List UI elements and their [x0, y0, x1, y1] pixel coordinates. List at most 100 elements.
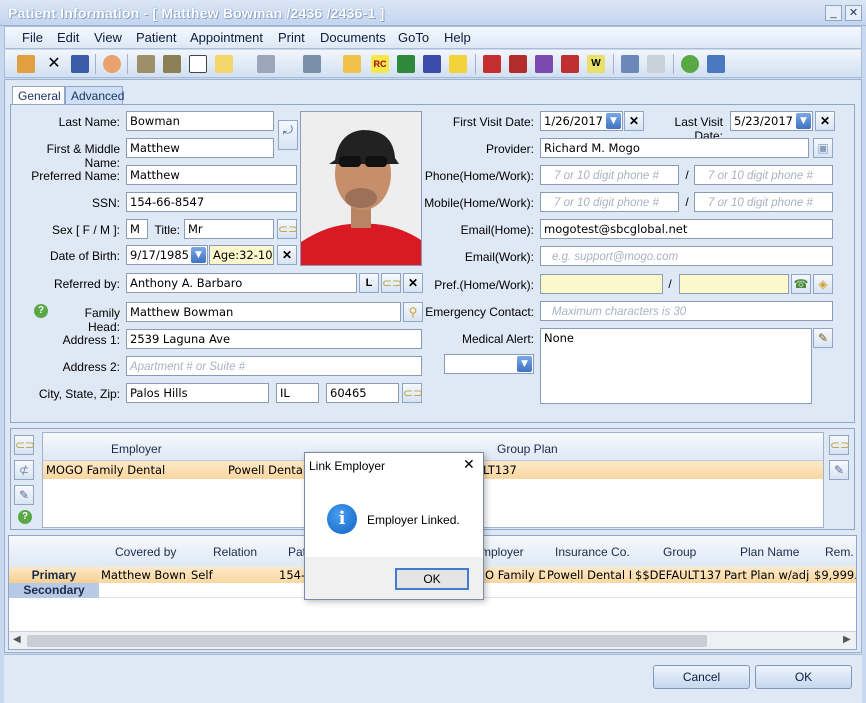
mobile-work-input[interactable]: 7 or 10 digit phone # — [694, 192, 833, 212]
family-head-input[interactable]: Matthew Bowman — [126, 302, 401, 322]
help-icon[interactable] — [681, 55, 699, 73]
first-visit-clear-icon[interactable]: ✕ — [624, 111, 644, 131]
book-icon[interactable] — [483, 55, 501, 73]
exit-icon[interactable] — [707, 55, 725, 73]
address2-input[interactable]: Apartment # or Suite # — [126, 356, 422, 376]
person-icon[interactable] — [103, 55, 121, 73]
save-icon[interactable] — [71, 55, 89, 73]
menu-file[interactable]: File — [22, 30, 43, 45]
tooth-icon[interactable] — [189, 55, 207, 73]
rc-icon[interactable]: RC — [371, 55, 389, 73]
employer-help-icon[interactable]: ? — [18, 510, 32, 524]
phone-work-input[interactable]: 7 or 10 digit phone # — [694, 165, 833, 185]
cancel-button[interactable]: Cancel — [653, 665, 750, 689]
swap-name-icon[interactable]: ⤾ — [278, 120, 298, 150]
plan-link-icon[interactable]: ⊂⊃ — [829, 435, 850, 455]
phone-home-input[interactable]: 7 or 10 digit phone # — [540, 165, 679, 185]
last-visit-clear-icon[interactable]: ✕ — [815, 111, 835, 131]
emergency-input[interactable]: Maximum characters is 30 — [540, 301, 833, 321]
dialog-ok-button[interactable]: OK — [395, 568, 469, 590]
menu-goto[interactable]: GoTo — [398, 30, 429, 45]
scroll-left-icon[interactable]: ◀ — [13, 634, 21, 645]
first-name-input[interactable]: Matthew — [126, 138, 274, 158]
sex-input[interactable]: M — [126, 219, 148, 239]
preferred-name-input[interactable]: Matthew — [126, 165, 297, 185]
mobile-home-placeholder: 7 or 10 digit phone # — [554, 197, 659, 209]
ssn-input[interactable]: 154-66-8547 — [126, 192, 297, 212]
first-visit-input[interactable]: 1/26/2017 ▼ — [540, 111, 623, 131]
dob-input[interactable]: 9/17/1985 ▼ — [126, 245, 208, 265]
word-icon[interactable]: W — [587, 55, 605, 73]
zip-link-icon[interactable]: ⊂⊃ — [402, 383, 423, 403]
tag-icon[interactable] — [343, 55, 361, 73]
close-button[interactable]: ✕ — [845, 5, 862, 21]
login-icon[interactable] — [449, 55, 467, 73]
medical-alert-input[interactable]: None — [540, 328, 812, 404]
city-input[interactable]: Palos Hills — [126, 383, 269, 403]
last-visit-input[interactable]: 5/23/2017 ▼ — [730, 111, 813, 131]
card-icon[interactable] — [647, 55, 665, 73]
pref-home-input[interactable] — [540, 274, 663, 294]
family-icon[interactable] — [423, 55, 441, 73]
menu-patient[interactable]: Patient — [136, 30, 176, 45]
grid-icon[interactable] — [303, 55, 321, 73]
plan-edit-icon[interactable]: ✎ — [829, 460, 849, 480]
zip-input[interactable]: 60465 — [326, 383, 399, 403]
last-visit-dropdown-icon[interactable]: ▼ — [796, 113, 811, 129]
menu-appointment[interactable]: Appointment — [190, 30, 263, 45]
link-icon[interactable]: ⊂⊃ — [277, 219, 298, 239]
pref-tag-icon[interactable]: ◈ — [813, 274, 833, 294]
referred-link-icon[interactable]: ⊂⊃ — [381, 273, 402, 293]
find-patient-icon[interactable] — [17, 55, 35, 73]
minimize-button[interactable]: _ — [825, 5, 842, 21]
tab-advanced[interactable]: Advanced — [65, 86, 124, 104]
perio-icon[interactable] — [163, 55, 181, 73]
provider-lock-icon[interactable]: ▣ — [813, 138, 833, 158]
sex-label: Sex [ F / M ]: — [51, 223, 120, 237]
dialog-close-icon[interactable]: ✕ — [463, 456, 475, 473]
mobile-home-input[interactable]: 7 or 10 digit phone # — [540, 192, 679, 212]
ok-button[interactable]: OK — [755, 665, 852, 689]
document-flag-icon[interactable] — [561, 55, 579, 73]
clear-dob-icon[interactable]: ✕ — [277, 245, 297, 265]
referred-lookup-button[interactable]: L — [359, 273, 379, 293]
horizontal-scrollbar[interactable]: ◀ ▶ — [9, 631, 856, 649]
menu-print[interactable]: Print — [278, 30, 305, 45]
pref-work-input[interactable] — [679, 274, 789, 294]
print-icon[interactable] — [621, 55, 639, 73]
employer-edit-icon[interactable]: ✎ — [14, 485, 34, 505]
document-color-icon[interactable] — [535, 55, 553, 73]
tooth-chart-icon[interactable] — [137, 55, 155, 73]
calendar-dropdown-icon[interactable]: ▼ — [191, 247, 206, 263]
provider-input[interactable]: Richard M. Mogo — [540, 138, 809, 158]
menu-bar: File Edit View Patient Appointment Print… — [4, 26, 862, 49]
pref-phone-icon[interactable]: ☎ — [791, 274, 811, 294]
tab-general[interactable]: General — [12, 86, 65, 104]
bug-icon[interactable] — [397, 55, 415, 73]
last-name-input[interactable]: Bowman — [126, 111, 274, 131]
employer-unlink-icon[interactable]: ⊄ — [14, 460, 34, 480]
scroll-right-icon[interactable]: ▶ — [843, 634, 851, 645]
employer-link-icon[interactable]: ⊂⊃ — [14, 435, 35, 455]
scrollbar-thumb[interactable] — [27, 635, 707, 647]
note-icon[interactable] — [215, 55, 233, 73]
menu-view[interactable]: View — [94, 30, 122, 45]
email-work-input[interactable]: e.g. support@mogo.com — [540, 246, 833, 266]
address1-input[interactable]: 2539 Laguna Ave — [126, 329, 422, 349]
medical-alert-dropdown-icon[interactable]: ▼ — [517, 356, 532, 372]
tree-icon[interactable] — [257, 55, 275, 73]
document-red-icon[interactable] — [509, 55, 527, 73]
email-home-input[interactable]: mogotest@sbcglobal.net — [540, 219, 833, 239]
help-icon[interactable]: ? — [34, 304, 48, 318]
menu-documents[interactable]: Documents — [320, 30, 386, 45]
referred-by-input[interactable]: Anthony A. Barbaro — [126, 273, 357, 293]
state-input[interactable]: IL — [276, 383, 319, 403]
medical-alert-select[interactable]: ▼ — [444, 354, 534, 374]
menu-edit[interactable]: Edit — [57, 30, 79, 45]
menu-help[interactable]: Help — [444, 30, 471, 45]
first-visit-dropdown-icon[interactable]: ▼ — [606, 113, 621, 129]
delete-icon[interactable]: ✕ — [45, 55, 63, 73]
edit-pencil-icon[interactable]: ✎ — [813, 328, 833, 348]
title-input[interactable]: Mr — [184, 219, 274, 239]
patient-photo[interactable] — [300, 111, 422, 266]
